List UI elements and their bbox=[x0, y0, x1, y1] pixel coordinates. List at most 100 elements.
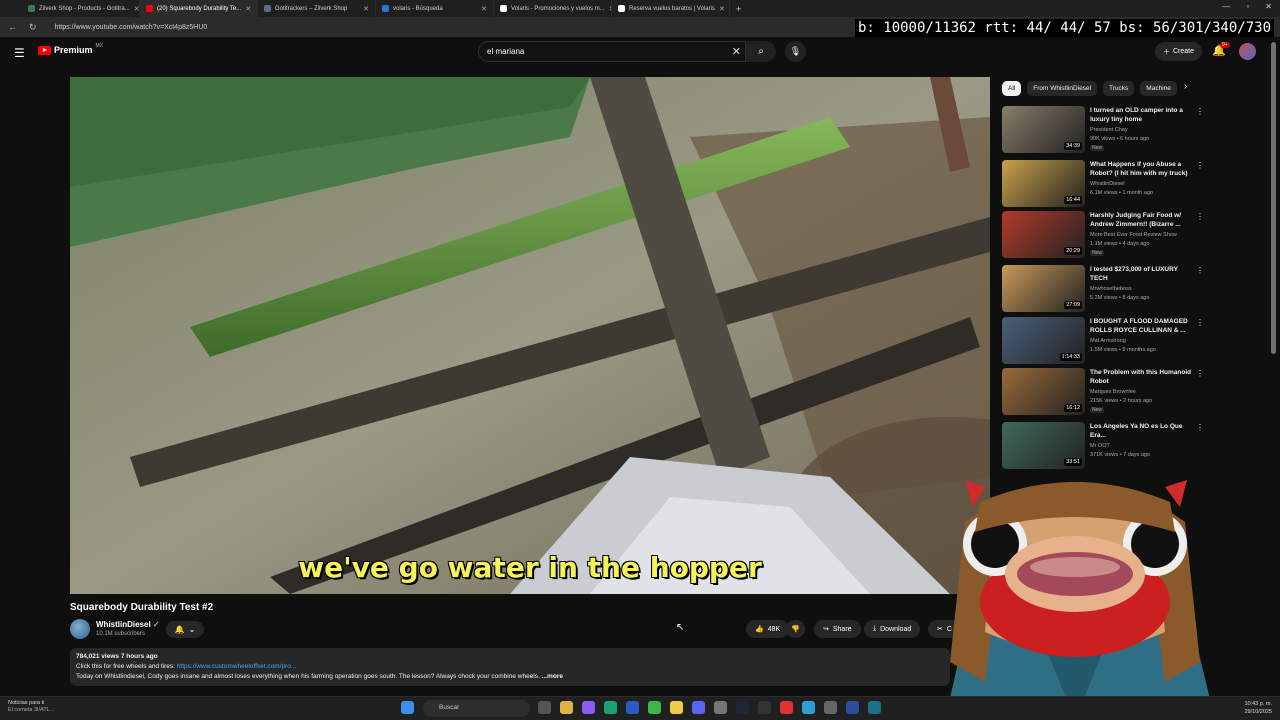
video-thumbnail[interactable]: 20:29 bbox=[1002, 211, 1085, 258]
url-field[interactable]: https://www.youtube.com/watch?v=Xct4p8z5… bbox=[55, 24, 208, 31]
recommended-channel[interactable]: Mr OOT bbox=[1090, 443, 1110, 449]
taskbar-search[interactable]: Buscar bbox=[423, 700, 530, 717]
obs-icon[interactable] bbox=[758, 701, 771, 714]
account-avatar[interactable] bbox=[1239, 43, 1256, 60]
more-options-icon[interactable]: ⋮ bbox=[1196, 423, 1204, 432]
channel-avatar[interactable] bbox=[70, 619, 90, 639]
app-icon-teal[interactable] bbox=[868, 701, 881, 714]
video-player[interactable]: we've go water in the hopper bbox=[70, 77, 990, 594]
search-input[interactable]: el mariana ✕ bbox=[478, 41, 746, 62]
channel-name[interactable]: WhistlinDiesel ✓ bbox=[96, 620, 160, 629]
app-icon-gray[interactable] bbox=[714, 701, 727, 714]
windows-start-icon[interactable] bbox=[401, 701, 414, 714]
filter-chip[interactable]: All bbox=[1002, 81, 1022, 96]
tab-close-icon[interactable]: ✕ bbox=[134, 5, 139, 13]
discord-icon[interactable] bbox=[692, 701, 705, 714]
more-options-icon[interactable]: ⋮ bbox=[1196, 266, 1204, 275]
subscriber-count: 10.1M subscribers bbox=[96, 631, 146, 637]
tab-close-icon[interactable]: ✕ bbox=[245, 5, 251, 13]
app-icon-yellow[interactable] bbox=[670, 701, 683, 714]
video-thumbnail[interactable]: 1:14:33 bbox=[1002, 317, 1085, 364]
steam-icon[interactable] bbox=[736, 701, 749, 714]
task-view-icon[interactable] bbox=[538, 701, 551, 714]
more-options-icon[interactable]: ⋮ bbox=[1196, 318, 1204, 327]
more-options-icon[interactable]: ⋮ bbox=[1196, 161, 1204, 170]
recommended-channel[interactable]: Mat Armstrong bbox=[1090, 338, 1126, 344]
edge-icon[interactable] bbox=[604, 701, 617, 714]
clear-search-icon[interactable]: ✕ bbox=[732, 45, 741, 58]
recommended-video[interactable]: 16:44 What Happens if you Abuse a Robot? … bbox=[1002, 160, 1204, 208]
create-button[interactable]: ＋ Create bbox=[1155, 42, 1203, 61]
minimize-icon[interactable]: — bbox=[1222, 2, 1230, 11]
tab-close-icon[interactable]: ✕ bbox=[363, 5, 369, 13]
recommended-channel[interactable]: President Chay bbox=[1090, 127, 1128, 133]
like-button[interactable]: 👍 48K bbox=[746, 620, 790, 638]
app-icon-red[interactable] bbox=[780, 701, 793, 714]
menu-icon[interactable]: ☰ bbox=[14, 46, 25, 60]
search-value: el mariana bbox=[487, 47, 525, 56]
recommended-video-title[interactable]: Harshly Judging Fair Food w/ Andrew Zimm… bbox=[1090, 211, 1192, 229]
close-icon[interactable]: ✕ bbox=[1265, 2, 1272, 11]
filter-chip[interactable]: Trucks bbox=[1103, 81, 1135, 96]
reload-icon[interactable]: ↻ bbox=[29, 22, 37, 33]
filter-chip[interactable]: Machine bbox=[1140, 81, 1177, 96]
recommended-channel[interactable]: Marques Brownlee bbox=[1090, 389, 1136, 395]
video-thumbnail[interactable]: 16:44 bbox=[1002, 160, 1085, 207]
more-options-icon[interactable]: ⋮ bbox=[1196, 212, 1204, 221]
browser-tab[interactable]: Volaris - Promociones y vuelos m...✕ bbox=[494, 0, 612, 17]
voice-search-button[interactable]: 🎙 bbox=[785, 41, 806, 62]
word-icon[interactable] bbox=[626, 701, 639, 714]
recommended-video-title[interactable]: What Happens if you Abuse a Robot? (I hi… bbox=[1090, 160, 1192, 178]
filter-chip[interactable]: From WhistlinDiesel bbox=[1027, 81, 1098, 96]
download-button[interactable]: ⤓ Download bbox=[864, 620, 921, 638]
tab-close-icon[interactable]: ✕ bbox=[481, 5, 487, 13]
video-thumbnail[interactable]: 34:39 bbox=[1002, 106, 1085, 153]
recommended-views: 6.1M views • 1 month ago bbox=[1090, 190, 1154, 196]
more-link[interactable]: ...more bbox=[540, 673, 563, 680]
news-widget[interactable]: Noticias para ti El cometa 3I/ATL... bbox=[8, 700, 54, 714]
recommended-video[interactable]: 16:12 The Problem with this Humanoid Robo… bbox=[1002, 368, 1204, 416]
file-explorer-icon[interactable] bbox=[560, 701, 573, 714]
recommended-video[interactable]: 34:39 I turned an OLD camper into a luxur… bbox=[1002, 106, 1204, 154]
video-thumbnail[interactable]: 27:09 bbox=[1002, 265, 1085, 312]
recommended-channel[interactable]: More Best Ever Food Review Show bbox=[1090, 232, 1177, 238]
new-tab-button[interactable]: + bbox=[736, 4, 741, 14]
browser-tab[interactable]: Zilverk Shop - Products - Gotitra... ✕ bbox=[22, 0, 140, 17]
maximize-icon[interactable]: ▫ bbox=[1246, 2, 1249, 11]
browser-tab[interactable]: volaris - Búsqueda ✕ bbox=[376, 0, 494, 17]
settings-gear-icon[interactable] bbox=[824, 701, 837, 714]
recommended-video-title[interactable]: I turned an OLD camper into a luxury tin… bbox=[1090, 106, 1192, 124]
browser-tab[interactable]: Reserva vuelos baratos | Volaris ✕ bbox=[612, 0, 730, 17]
chevron-right-icon[interactable]: › bbox=[1184, 81, 1187, 92]
dislike-button[interactable]: 👎 bbox=[786, 620, 805, 638]
browser-tab[interactable]: (20) Squarebody Durability Te... ✕ bbox=[140, 0, 258, 17]
browser-tab[interactable]: Gotitrackers – Zilverk Shop ✕ bbox=[258, 0, 376, 17]
page-scrollbar[interactable] bbox=[1271, 42, 1276, 354]
recommended-video-title[interactable]: I tested $273,000 of LUXURY TECH bbox=[1090, 265, 1192, 283]
app-icon-navy[interactable] bbox=[846, 701, 859, 714]
subscribed-notification-button[interactable]: 🔔 ⌄ bbox=[166, 621, 204, 638]
system-clock[interactable]: 10:43 p. m. 29/10/2025 bbox=[1244, 700, 1272, 716]
notification-badge: 9+ bbox=[1220, 42, 1230, 48]
recommended-video[interactable]: 27:09 I tested $273,000 of LUXURY TECH Mrw… bbox=[1002, 265, 1204, 313]
recommended-channel[interactable]: WhistlinDiesel bbox=[1090, 181, 1125, 187]
app-icon-blue[interactable] bbox=[802, 701, 815, 714]
recommended-video-title[interactable]: The Problem with this Humanoid Robot bbox=[1090, 368, 1192, 386]
video-description[interactable]: 784,021 views 7 hours ago Click this for… bbox=[70, 648, 950, 686]
more-options-icon[interactable]: ⋮ bbox=[1196, 369, 1204, 378]
copilot-icon[interactable] bbox=[582, 701, 595, 714]
more-options-icon[interactable]: ⋮ bbox=[1196, 107, 1204, 116]
recommended-video-title[interactable]: Los Angeles Ya NO es Lo Que Era... bbox=[1090, 422, 1192, 440]
back-icon[interactable]: ← bbox=[8, 22, 17, 33]
search-button[interactable]: ⌕ bbox=[746, 41, 776, 62]
recommended-video[interactable]: 1:14:33 I BOUGHT A FLOOD DAMAGED ROLLS RO… bbox=[1002, 317, 1204, 365]
recommended-video[interactable]: 20:29 Harshly Judging Fair Food w/ Andrew… bbox=[1002, 211, 1204, 259]
youtube-logo[interactable]: Premium MX bbox=[38, 43, 103, 55]
recommended-channel[interactable]: Mrwhosetheboss bbox=[1090, 286, 1132, 292]
share-button[interactable]: ↪ Share bbox=[814, 620, 861, 638]
tab-close-icon[interactable]: ✕ bbox=[719, 5, 725, 13]
description-link[interactable]: https://www.customwheeloffset.com/pro... bbox=[177, 663, 296, 670]
video-thumbnail[interactable]: 16:12 bbox=[1002, 368, 1085, 415]
recommended-video-title[interactable]: I BOUGHT A FLOOD DAMAGED ROLLS ROYCE CUL… bbox=[1090, 317, 1192, 335]
app-icon-green[interactable] bbox=[648, 701, 661, 714]
